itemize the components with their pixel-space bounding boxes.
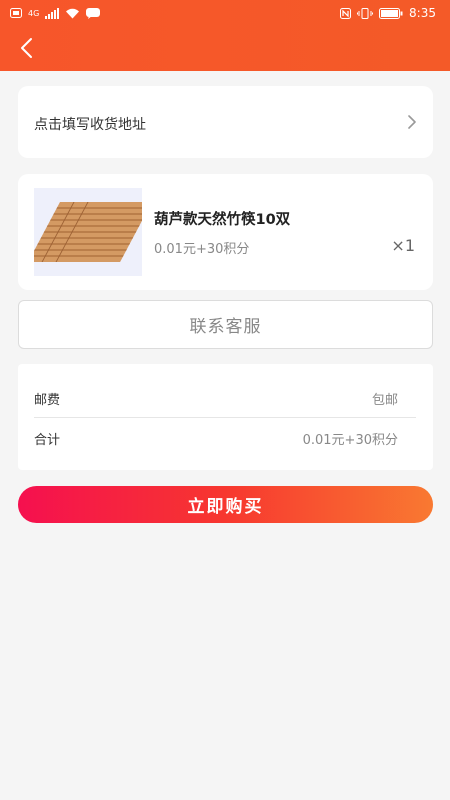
status-right: 8:35	[340, 6, 436, 20]
contact-service-button[interactable]: 联系客服	[18, 300, 433, 349]
chevron-right-icon	[408, 115, 416, 129]
status-left: 4G	[10, 7, 101, 19]
address-placeholder: 点击填写收货地址	[34, 117, 146, 133]
product-name: 葫芦款天然竹筷10双	[154, 212, 291, 228]
order-summary: 邮费 包邮 合计 0.01元+30积分	[18, 364, 433, 470]
shipping-value: 包邮	[371, 393, 398, 408]
network-type: 4G	[28, 8, 40, 18]
vibrate-icon	[357, 7, 374, 19]
shipping-row: 邮费 包邮	[34, 380, 416, 418]
product-price: 0.01元+30积分	[154, 242, 250, 257]
total-value: 0.01元+30积分	[302, 432, 398, 448]
product-quantity: ×1	[391, 236, 415, 255]
product-card: 葫芦款天然竹筷10双 0.01元+30积分 ×1	[18, 174, 433, 290]
message-icon	[86, 7, 101, 19]
back-button[interactable]	[12, 34, 40, 62]
shipping-label: 邮费	[34, 393, 61, 408]
chevron-left-icon	[21, 38, 32, 58]
status-time: 8:35	[409, 6, 436, 20]
total-row: 合计 0.01元+30积分	[34, 420, 416, 456]
buy-now-button[interactable]: 立即购买	[18, 486, 433, 523]
status-bar: 4G 8:35	[0, 0, 450, 26]
address-card[interactable]: 点击填写收货地址	[18, 86, 433, 158]
total-label: 合计	[34, 432, 61, 448]
chopsticks-image	[34, 188, 142, 276]
wifi-icon	[66, 8, 80, 18]
nfc-icon	[340, 7, 352, 19]
signal-icon	[45, 7, 60, 19]
app-header: 4G 8:35	[0, 0, 450, 71]
battery-icon	[379, 7, 403, 19]
sim-icon	[10, 8, 22, 18]
product-image	[34, 188, 142, 276]
